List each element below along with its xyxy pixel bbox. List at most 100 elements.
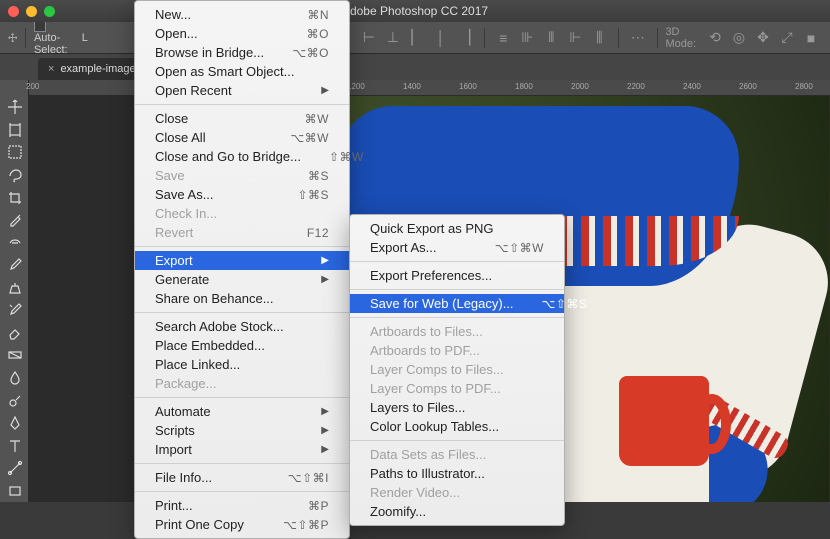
align-right-icon[interactable]: ▕ [454,27,476,49]
layer-dropdown[interactable]: L [82,32,88,44]
options-bar: Auto-Select: L ⊤ ⊢ ⊥ ▏ │ ▕ ≡ ⊪ ⫴ ⊩ ⫼ ⋯ 3… [0,22,830,54]
menu-item-import[interactable]: Import▶ [135,440,349,459]
eyedropper-tool[interactable] [0,209,29,232]
artboard-tool[interactable] [0,119,29,142]
menu-item-file-info[interactable]: File Info...⌥⇧⌘I [135,468,349,487]
3d-slide-icon[interactable]: ⤢ [776,27,798,49]
blur-tool[interactable] [0,367,29,390]
menu-item-export-as[interactable]: Export As...⌥⇧⌘W [350,238,564,257]
menu-item-close-and-go-to-bridge[interactable]: Close and Go to Bridge...⇧⌘W [135,147,349,166]
crop-tool[interactable] [0,186,29,209]
rectangle-tool[interactable] [0,480,29,503]
maximize-window-button[interactable] [44,6,55,17]
menu-item-place-linked[interactable]: Place Linked... [135,355,349,374]
close-tab-icon[interactable]: × [48,63,54,75]
menu-item-browse-in-bridge[interactable]: Browse in Bridge...⌥⌘O [135,43,349,62]
menu-item-automate[interactable]: Automate ▶ [135,402,349,421]
menu-item-revert: RevertF12 [135,223,349,242]
document-tab-label: example-image- [60,63,139,75]
dist-1-icon[interactable]: ≡ [492,27,514,49]
menu-item-generate[interactable]: Generate▶ [135,270,349,289]
menu-item-export[interactable]: Export▶ [135,251,349,270]
marquee-tool[interactable] [0,141,29,164]
menu-item-share-on-behance[interactable]: Share on Behance... [135,289,349,308]
align-bottom-icon[interactable]: ⊥ [382,27,404,49]
menu-item-save-for-web-legacy[interactable]: Save for Web (Legacy)...⌥⇧⌘S [350,294,564,313]
3d-icons: ⟲ ◎ ✥ ⤢ ■ [704,27,822,49]
move-tool[interactable] [0,96,29,119]
align-hcenter-icon[interactable]: │ [430,27,452,49]
brush-tool[interactable] [0,254,29,277]
menu-item-label: Check In... [155,206,217,221]
menu-item-quick-export-as-png[interactable]: Quick Export as PNG [350,219,564,238]
pen-tool[interactable] [0,412,29,435]
clone-tool[interactable] [0,277,29,300]
document-tab[interactable]: × example-image- [38,58,149,80]
type-tool[interactable] [0,434,29,457]
menu-item-label: Automate [155,404,211,419]
menu-shortcut: ⌥⇧⌘I [288,471,329,485]
menu-item-check-in: Check In... [135,204,349,223]
menu-item-render-video: Render Video... [350,483,564,502]
auto-select-checkbox[interactable]: Auto-Select: [34,19,74,55]
menu-shortcut: ⌘P [308,499,329,513]
menu-shortcut: ⌥⇧⌘P [283,518,329,532]
3d-orbit-icon[interactable]: ⟲ [704,27,726,49]
menu-item-label: Save [155,168,185,183]
menu-item-export-preferences[interactable]: Export Preferences... [350,266,564,285]
3d-zoom-icon[interactable]: ■ [800,27,822,49]
file-menu-dropdown: New...⌘NOpen...⌘OBrowse in Bridge...⌥⌘OO… [134,0,350,539]
3d-roll-icon[interactable]: ◎ [728,27,750,49]
menu-item-scripts[interactable]: Scripts▶ [135,421,349,440]
align-left-icon[interactable]: ▏ [406,27,428,49]
dist-2-icon[interactable]: ⊪ [516,27,538,49]
align-vcenter-icon[interactable]: ⊢ [358,27,380,49]
menu-item-print-one-copy[interactable]: Print One Copy⌥⇧⌘P [135,515,349,534]
menu-item-close-all[interactable]: Close All⌥⌘W [135,128,349,147]
window-titlebar: Adobe Photoshop CC 2017 [0,0,830,22]
history-brush-tool[interactable] [0,299,29,322]
menu-item-save-as[interactable]: Save As...⇧⌘S [135,185,349,204]
menu-item-label: Search Adobe Stock... [155,319,284,334]
menu-item-label: Data Sets as Files... [370,447,486,462]
dodge-tool[interactable] [0,389,29,412]
menu-item-open-recent[interactable]: Open Recent▶ [135,81,349,100]
move-tool-icon[interactable] [8,29,17,47]
dist-5-icon[interactable]: ⫼ [588,27,610,49]
menu-shortcut: ⌘O [307,27,329,41]
menu-item-label: Browse in Bridge... [155,45,264,60]
menu-item-data-sets-as-files: Data Sets as Files... [350,445,564,464]
spot-heal-tool[interactable] [0,231,29,254]
menu-shortcut: ⇧⌘W [329,150,364,164]
menu-item-label: Render Video... [370,485,460,500]
menu-item-open-as-smart-object[interactable]: Open as Smart Object... [135,62,349,81]
lasso-tool[interactable] [0,164,29,187]
3d-pan-icon[interactable]: ✥ [752,27,774,49]
menu-item-print[interactable]: Print...⌘P [135,496,349,515]
close-window-button[interactable] [8,6,19,17]
dist-3-icon[interactable]: ⫴ [540,27,562,49]
menu-item-zoomify[interactable]: Zoomify... [350,502,564,521]
menu-item-layers-to-files[interactable]: Layers to Files... [350,398,564,417]
dist-4-icon[interactable]: ⊩ [564,27,586,49]
tools-panel [0,80,29,502]
submenu-arrow-icon: ▶ [321,406,329,417]
path-tool[interactable] [0,457,29,480]
minimize-window-button[interactable] [26,6,37,17]
menu-item-label: Place Embedded... [155,338,265,353]
menu-item-label: Paths to Illustrator... [370,466,485,481]
menu-item-new[interactable]: New...⌘N [135,5,349,24]
menu-item-paths-to-illustrator[interactable]: Paths to Illustrator... [350,464,564,483]
menu-item-close[interactable]: Close⌘W [135,109,349,128]
menu-item-search-adobe-stock[interactable]: Search Adobe Stock... [135,317,349,336]
menu-item-color-lookup-tables[interactable]: Color Lookup Tables... [350,417,564,436]
gradient-tool[interactable] [0,344,29,367]
menu-item-open[interactable]: Open... ⌘O [135,24,349,43]
distribute-icons: ≡ ⊪ ⫴ ⊩ ⫼ [492,27,610,49]
space-h-icon[interactable]: ⋯ [627,27,649,49]
menu-item-place-embedded[interactable]: Place Embedded... [135,336,349,355]
menu-item-label: Open... [155,26,198,41]
menu-item-layer-comps-to-pdf: Layer Comps to PDF... [350,379,564,398]
menu-item-label: Color Lookup Tables... [370,419,499,434]
eraser-tool[interactable] [0,322,29,345]
